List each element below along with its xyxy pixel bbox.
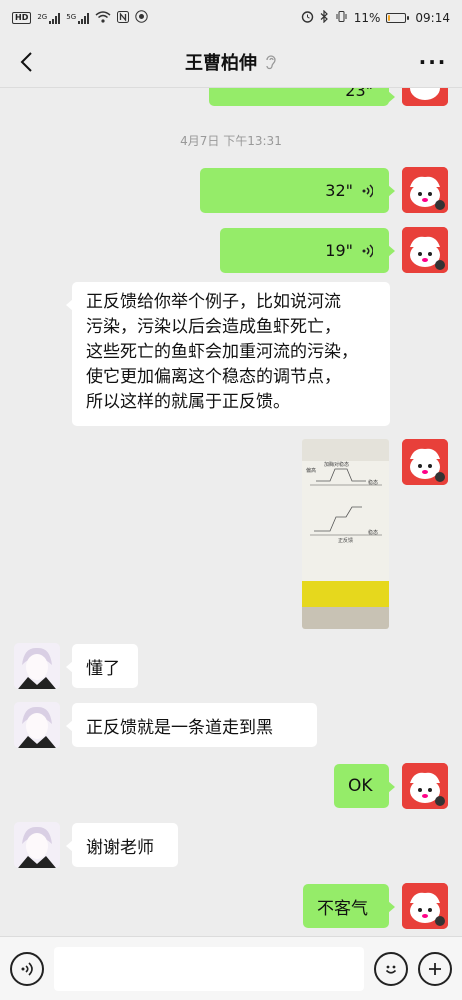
photo-label: 稳态 xyxy=(368,530,379,536)
photo-label: 稳态 xyxy=(368,480,379,486)
avatar[interactable] xyxy=(14,822,60,868)
chat-header: 王曹柏伸 ··· xyxy=(0,36,462,88)
wifi-icon xyxy=(95,10,111,26)
chevron-left-icon xyxy=(20,52,32,72)
status-right: 11% 09:14 xyxy=(301,9,450,26)
message-list[interactable]: 23" 4月7日 下午13:31 32" 19" 正反馈给你举个例子，比如说河流… xyxy=(0,88,462,936)
app-notification-icon xyxy=(135,10,148,26)
message-text: 不客气 xyxy=(317,898,368,919)
text-message[interactable]: 正反馈给你举个例子，比如说河流 污染，污染以后会造成鱼虾死亡， 这些死亡的鱼虾会… xyxy=(66,282,390,426)
emoji-icon xyxy=(385,965,397,974)
message-line: 污染，污染以后会造成鱼虾死亡， xyxy=(86,317,341,337)
avatar[interactable] xyxy=(402,763,448,809)
more-button[interactable]: ··· xyxy=(418,48,448,76)
message-line: 所以这样的就属于正反馈。 xyxy=(86,392,290,412)
text-message[interactable]: 正反馈就是一条道走到黑 xyxy=(66,703,317,747)
battery-icon xyxy=(386,13,410,23)
voice-duration: 19" xyxy=(325,241,353,260)
network-type-label: 2G xyxy=(37,12,48,21)
message-text: OK xyxy=(348,776,373,796)
voice-input-button[interactable] xyxy=(10,951,44,986)
vibrate-icon xyxy=(335,10,348,26)
message-line: 这些死亡的鱼虾会加重河流的污染， xyxy=(86,342,358,362)
voice-duration: 23" xyxy=(345,88,373,100)
message-timestamp: 4月7日 下午13:31 xyxy=(180,134,282,148)
avatar[interactable] xyxy=(14,702,60,748)
voice-message[interactable]: 32" xyxy=(200,168,395,213)
avatar[interactable] xyxy=(402,167,448,213)
status-left: HD 2G 5G xyxy=(12,10,148,26)
hd-indicator: HD xyxy=(12,12,32,24)
status-bar: HD 2G 5G 11% 09:14 xyxy=(0,0,462,36)
emoji-button[interactable] xyxy=(374,951,408,986)
message-text: 懂了 xyxy=(86,658,120,679)
signal-icon: 2G xyxy=(37,12,61,24)
photo-label: 正反馈 xyxy=(338,538,354,544)
plus-icon xyxy=(429,962,441,975)
chat-title: 王曹柏伸 xyxy=(185,52,257,74)
photo-label: 加酶对稳态 xyxy=(324,462,350,468)
message-line: 使它更加偏离这个稳态的调节点， xyxy=(86,367,341,387)
bluetooth-icon xyxy=(320,9,329,26)
clock: 09:14 xyxy=(415,11,450,25)
voice-input-icon xyxy=(21,961,33,976)
avatar[interactable] xyxy=(402,439,448,485)
avatar[interactable] xyxy=(402,227,448,273)
nfc-icon xyxy=(117,10,130,26)
message-input[interactable] xyxy=(54,946,364,991)
plus-button[interactable] xyxy=(418,951,452,986)
voice-message[interactable]: 23" xyxy=(209,88,395,106)
message-line: 正反馈给你举个例子，比如说河流 xyxy=(86,292,341,312)
message-text: 谢谢老师 xyxy=(86,837,154,858)
text-message[interactable]: OK xyxy=(334,764,395,808)
network-type-label: 5G xyxy=(66,12,77,21)
ear-icon xyxy=(265,54,277,70)
battery-percent: 11% xyxy=(353,11,381,25)
voice-message[interactable]: 19" xyxy=(220,228,395,273)
signal-icon: 5G xyxy=(66,12,90,24)
photo-label: 偏高 xyxy=(306,468,317,474)
text-message[interactable]: 谢谢老师 xyxy=(66,823,178,867)
input-bar xyxy=(0,936,462,1000)
text-message[interactable]: 不客气 xyxy=(303,884,395,928)
avatar[interactable] xyxy=(402,88,448,106)
avatar[interactable] xyxy=(14,643,60,689)
message-text: 正反馈就是一条道走到黑 xyxy=(86,717,273,738)
back-button[interactable] xyxy=(12,48,40,76)
voice-wave-icon xyxy=(362,183,373,198)
avatar[interactable] xyxy=(402,883,448,929)
voice-duration: 32" xyxy=(325,181,353,200)
text-message[interactable]: 懂了 xyxy=(66,644,138,688)
image-message[interactable]: 加酶对稳态 稳态 偏高 正反馈 稳态 xyxy=(302,439,389,629)
voice-wave-icon xyxy=(362,243,373,258)
alarm-icon xyxy=(301,10,314,26)
more-dots-icon: ··· xyxy=(418,50,448,74)
